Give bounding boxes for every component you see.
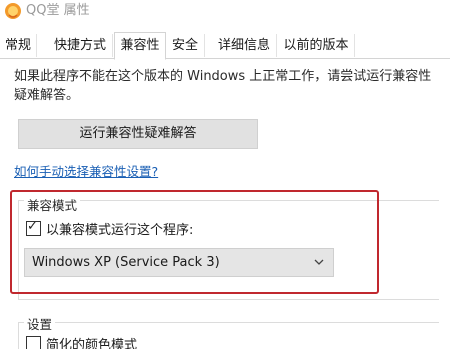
checkmark-icon: ✓ bbox=[27, 219, 38, 234]
tab-general[interactable]: 常规 bbox=[0, 34, 37, 57]
tab-compatibility[interactable]: 兼容性 bbox=[114, 32, 166, 60]
properties-window: QQ堂 属性 常规 快捷方式 兼容性 安全 详细信息 以前的版本 如果此程序不能… bbox=[0, 0, 450, 349]
os-version-value: Windows XP (Service Pack 3) bbox=[32, 255, 220, 270]
title-bar: QQ堂 属性 bbox=[0, 0, 450, 28]
qq-app-icon bbox=[4, 2, 22, 20]
os-version-select[interactable]: Windows XP (Service Pack 3) bbox=[24, 248, 334, 277]
tab-security[interactable]: 安全 bbox=[166, 34, 205, 57]
reduced-color-row: 简化的颜色模式 bbox=[26, 336, 137, 349]
reduced-color-label[interactable]: 简化的颜色模式 bbox=[46, 338, 137, 349]
run-in-compat-row: ✓ 以兼容模式运行这个程序: bbox=[26, 219, 193, 239]
tab-details[interactable]: 详细信息 bbox=[212, 34, 277, 57]
tab-previous-versions[interactable]: 以前的版本 bbox=[278, 34, 355, 57]
run-in-compat-label[interactable]: 以兼容模式运行这个程序: bbox=[46, 223, 193, 238]
window-title: QQ堂 属性 bbox=[26, 3, 90, 18]
tab-shortcut[interactable]: 快捷方式 bbox=[48, 34, 113, 57]
compat-mode-group-title: 兼容模式 bbox=[24, 195, 81, 214]
run-troubleshooter-button[interactable]: 运行兼容性疑难解答 bbox=[18, 119, 258, 149]
compat-description: 如果此程序不能在这个版本的 Windows 上正常工作，请尝试运行兼容性疑难解答… bbox=[14, 69, 432, 103]
tab-strip: 常规 快捷方式 兼容性 安全 详细信息 以前的版本 bbox=[0, 32, 450, 60]
chevron-down-icon bbox=[313, 249, 325, 276]
manual-compat-settings-link[interactable]: 如何手动选择兼容性设置? bbox=[14, 161, 158, 180]
run-in-compat-checkbox[interactable]: ✓ bbox=[26, 219, 41, 236]
settings-group-title: 设置 bbox=[24, 314, 56, 333]
reduced-color-checkbox[interactable] bbox=[26, 336, 41, 349]
